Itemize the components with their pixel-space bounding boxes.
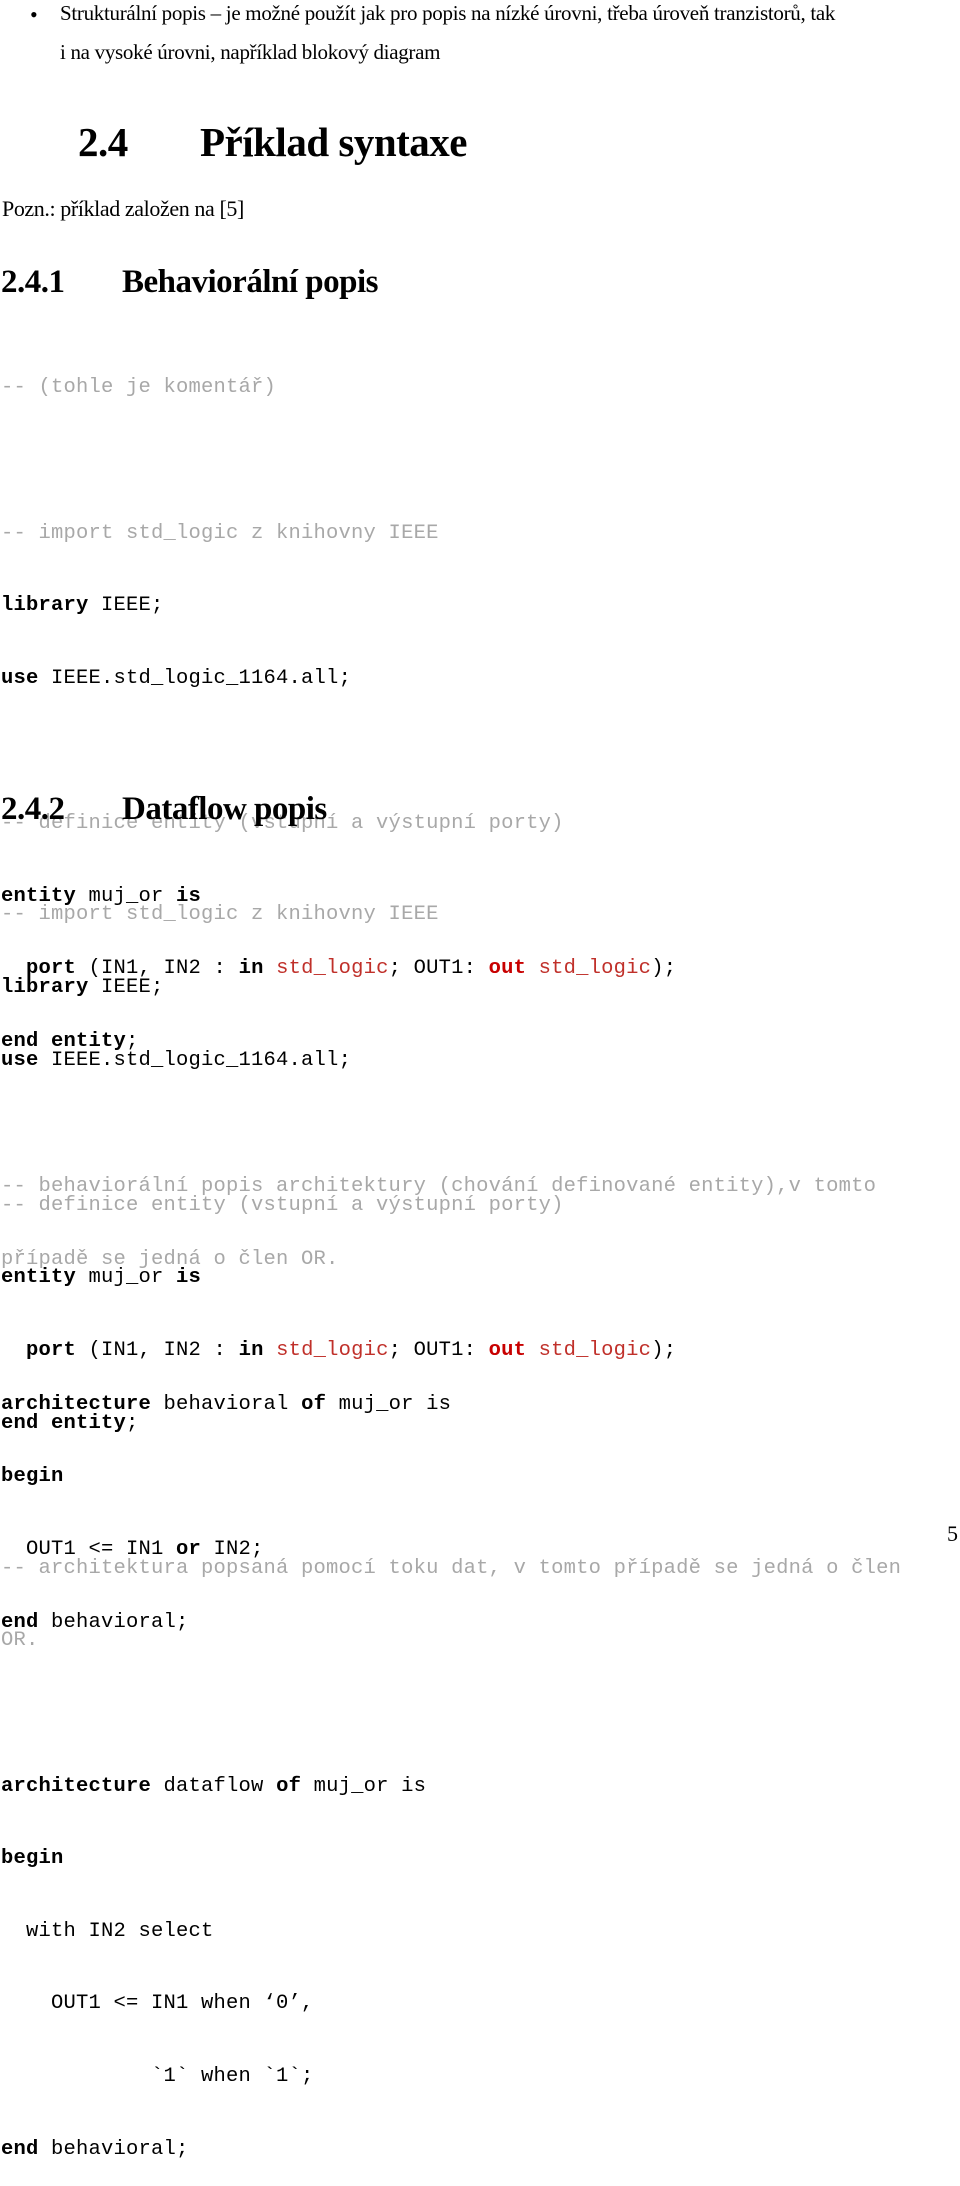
code-line-when-2: `1` when `1`; — [1, 2064, 314, 2088]
code-comment: -- (tohle je komentář) — [1, 376, 277, 400]
code-line-use: use IEEE.std_logic_1164.all; — [1, 1048, 352, 1072]
code-line-architecture: architecture dataflow of muj_or is — [1, 1774, 427, 1798]
code-line-use: use IEEE.std_logic_1164.all; — [1, 666, 352, 690]
code-comment: -- import std_logic z knihovny IEEE — [1, 521, 439, 545]
code-line-when-1: OUT1 <= IN1 when ‘0’, — [1, 1992, 314, 2016]
code-line-end-entity: end entity; — [1, 1411, 139, 1435]
code-line-begin: begin — [1, 1847, 64, 1871]
code-comment: -- architektura popsaná pomocí toku dat,… — [1, 1556, 902, 1580]
code-comment: -- definice entity (vstupní a výstupní p… — [1, 1193, 564, 1217]
code-line-entity: entity muj_or is — [1, 1266, 202, 1290]
section-title: Příklad syntaxe — [200, 119, 468, 165]
code-comment: OR. — [1, 1629, 39, 1653]
code-line-library: library IEEE; — [1, 976, 164, 999]
bullet-text-line-1: Strukturální popis – je možné použít jak… — [60, 1, 836, 25]
subsection-2-title: Dataflow popis — [122, 791, 327, 827]
code-line-end-architecture: end behavioral; — [1, 2137, 189, 2161]
code-block-dataflow: -- import std_logic z knihovny IEEE libr… — [1, 855, 901, 2186]
code-line-library: library IEEE; — [1, 594, 164, 618]
subsection-1-title: Behaviorální popis — [122, 264, 378, 300]
page-number: 5 — [947, 1521, 958, 1546]
source-note: Pozn.: příklad založen na [5] — [2, 196, 244, 221]
bullet-text-line-2: i na vysoké úrovni, například blokový di… — [60, 40, 441, 64]
subsection-1-number: 2.4.1 — [1, 264, 65, 300]
section-number: 2.4 — [78, 119, 128, 165]
code-line-port: port (IN1, IN2 : in std_logic; OUT1: out… — [26, 1338, 677, 1362]
code-comment: -- import std_logic z knihovny IEEE — [1, 903, 439, 927]
subsection-2-number: 2.4.2 — [1, 791, 65, 827]
bullet-icon: • — [30, 2, 38, 27]
code-line-select: with IN2 select — [1, 1919, 214, 1943]
